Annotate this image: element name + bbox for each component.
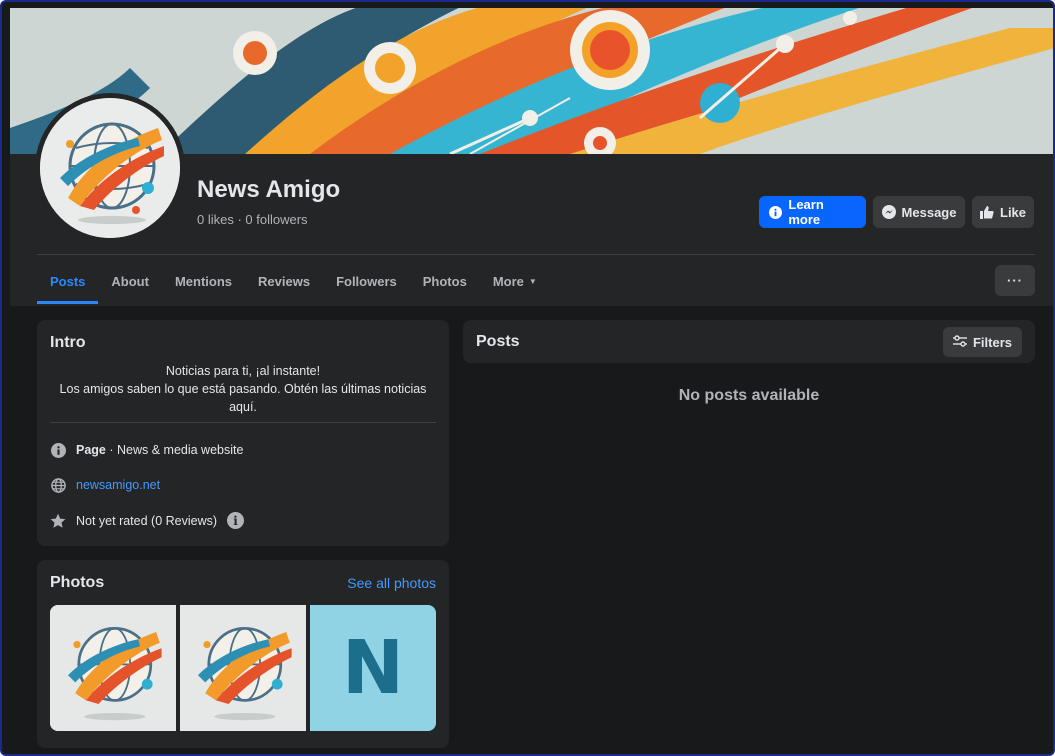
tab-photos[interactable]: Photos <box>410 258 480 304</box>
page-title: News Amigo <box>197 176 341 203</box>
tab-followers[interactable]: Followers <box>323 258 410 304</box>
message-button[interactable]: Message <box>873 196 965 228</box>
page-stats: 0 likes · 0 followers <box>197 212 308 227</box>
empty-posts-message: No posts available <box>678 387 820 404</box>
info-icon <box>50 442 66 458</box>
photo-thumbnail[interactable] <box>50 605 176 731</box>
category-row: Page · News & media website <box>50 442 243 458</box>
see-all-photos-link[interactable]: See all photos <box>347 575 436 591</box>
caret-down-icon: ▼ <box>528 276 537 286</box>
page-frame: News Amigo 0 likes · 0 followers Learn m… <box>0 0 1055 756</box>
filter-icon <box>952 334 967 350</box>
posts-title: Posts <box>476 333 520 350</box>
thumbs-up-icon <box>980 205 994 219</box>
filters-label: Filters <box>972 334 1012 350</box>
profile-avatar[interactable] <box>35 93 185 243</box>
tab-mentions[interactable]: Mentions <box>162 258 245 304</box>
rating-text: Not yet rated (0 Reviews) <box>76 513 218 528</box>
tab-about[interactable]: About <box>98 258 162 304</box>
intro-card: Intro Noticias para ti, ¡al instante! Lo… <box>37 320 449 546</box>
website-link[interactable]: newsamigo.net <box>76 478 160 492</box>
intro-title: Intro <box>50 334 86 351</box>
photo-thumbnail[interactable]: N <box>310 605 436 731</box>
rating-row: Not yet rated (0 Reviews) i <box>50 512 245 529</box>
info-icon <box>769 205 783 219</box>
rating-info-icon[interactable]: i <box>227 512 245 529</box>
photo-thumbnail[interactable] <box>180 605 306 731</box>
learn-more-button[interactable]: Learn more <box>759 196 866 228</box>
globe-icon <box>50 477 66 493</box>
filters-button[interactable]: Filters <box>942 327 1022 357</box>
tab-posts[interactable]: Posts <box>37 258 99 304</box>
website-row: newsamigo.net <box>50 477 160 493</box>
more-options-button[interactable]: ··· <box>995 265 1035 296</box>
globe-logo-image <box>40 98 180 238</box>
photo-letter: N <box>342 625 404 711</box>
like-button[interactable]: Like <box>972 196 1034 228</box>
photos-title: Photos <box>50 574 105 591</box>
like-label: Like <box>1000 204 1027 220</box>
intro-bio: Noticias para ti, ¡al instante! Los amig… <box>50 362 436 416</box>
category-label: · News & media website <box>105 443 244 457</box>
tab-more[interactable]: More ▼ <box>480 258 550 304</box>
category-type: Page <box>76 443 106 457</box>
tab-reviews[interactable]: Reviews <box>245 258 323 304</box>
header-divider <box>37 254 1035 255</box>
learn-more-label: Learn more <box>788 197 824 227</box>
message-label: Message <box>901 204 957 220</box>
posts-header: Posts Filters <box>463 320 1035 363</box>
profile-tabs: Posts About Mentions Reviews Followers P… <box>37 258 550 304</box>
globe-logo-image <box>180 605 306 731</box>
star-icon <box>50 513 66 529</box>
intro-divider <box>50 422 436 423</box>
messenger-icon <box>881 205 896 219</box>
photos-card: Photos See all photos N <box>37 560 449 748</box>
bio-line-2: Los amigos saben lo que está pasando. Ob… <box>59 382 427 414</box>
bio-line-1: Noticias para ti, ¡al instante! <box>165 364 321 378</box>
globe-logo-image <box>50 605 176 731</box>
